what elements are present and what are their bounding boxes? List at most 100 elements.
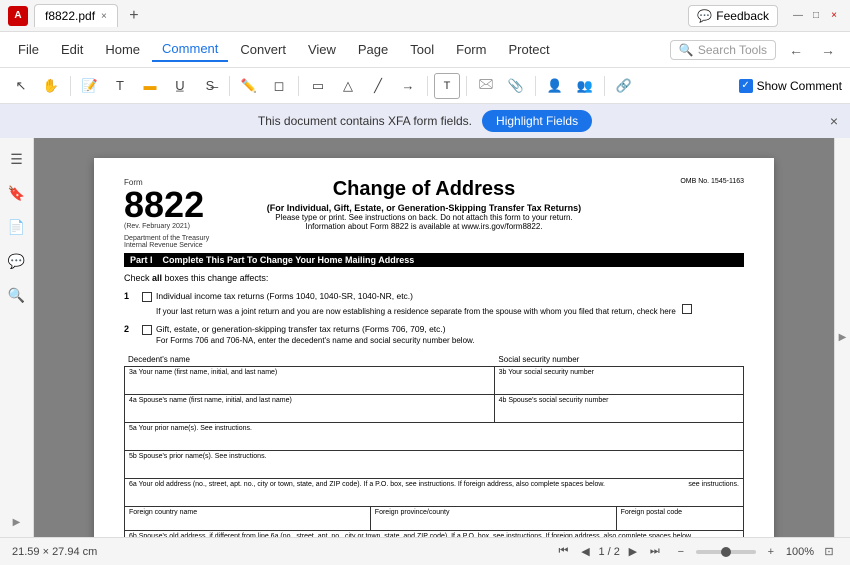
nav-icons: ← → [782, 36, 842, 64]
row-2-text: Gift, estate, or generation-skipping tra… [156, 324, 475, 345]
fit-page-button[interactable]: ⊡ [820, 543, 838, 561]
new-tab-button[interactable]: + [124, 6, 144, 26]
panel-layers-icon[interactable]: ☰ [4, 146, 30, 172]
form-title-area: Change of Address (For Individual, Gift,… [214, 178, 634, 231]
select-tool-btn[interactable]: ↖ [8, 73, 34, 99]
zoom-out-button[interactable]: − [672, 543, 690, 561]
next-page-button[interactable]: ▶ [624, 543, 642, 561]
nav-forward-icon[interactable]: → [814, 36, 842, 64]
titlebar: A f8822.pdf × + 💬 Feedback — □ × [0, 0, 850, 32]
panel-comment-icon[interactable]: 💬 [4, 248, 30, 274]
feedback-button[interactable]: 💬 Feedback [688, 5, 778, 27]
stamp-btn[interactable]: 🖂 [473, 73, 499, 99]
link-btn[interactable]: 🔗 [611, 73, 637, 99]
panel-expand-button[interactable]: ▶ [10, 515, 24, 529]
highlight-btn[interactable]: ▬ [137, 73, 163, 99]
show-comment-checkbox[interactable]: ✓ [739, 79, 753, 93]
field-5b[interactable]: 5b Spouse's prior name(s). See instructi… [124, 450, 744, 479]
eraser-btn[interactable]: ◻ [266, 73, 292, 99]
close-button[interactable]: × [826, 8, 842, 24]
tab-file[interactable]: f8822.pdf × [34, 4, 118, 27]
row1-checkbox[interactable] [142, 292, 152, 302]
field-fpc-label: Foreign postal code [621, 509, 739, 516]
field-3a[interactable]: 3a Your name (first name, initial, and l… [125, 367, 495, 394]
prev-page-button[interactable]: ◀ [576, 543, 594, 561]
window-controls: — □ × [790, 8, 842, 24]
omb-area: OMB No. 1545-1163 [644, 178, 744, 231]
menu-home[interactable]: Home [95, 38, 150, 61]
panel-bookmark-icon[interactable]: 🔖 [4, 180, 30, 206]
right-panel-expand-icon: ▶ [839, 332, 847, 343]
field-4a[interactable]: 4a Spouse's name (first name, initial, a… [125, 395, 495, 422]
row-2-sub: For Forms 706 and 706-NA, enter the dece… [156, 336, 475, 345]
text-comment-btn[interactable]: T [107, 73, 133, 99]
menu-form[interactable]: Form [446, 38, 496, 61]
minimize-button[interactable]: — [790, 8, 806, 24]
right-panel[interactable]: ▶ [834, 138, 850, 537]
social-security-header: Social security number [494, 353, 744, 366]
group-btn[interactable]: 👥 [572, 73, 598, 99]
form-number-area: Form 8822 (Rev. February 2021) [124, 178, 204, 231]
notification-message: This document contains XFA form fields. [258, 114, 472, 128]
row-1-text: Individual income tax returns (Forms 104… [156, 291, 696, 316]
part-label: Part I [130, 255, 153, 265]
menu-comment[interactable]: Comment [152, 37, 228, 62]
line-btn[interactable]: ╱ [365, 73, 391, 99]
notification-close-button[interactable]: × [830, 113, 838, 129]
menu-convert[interactable]: Convert [230, 38, 296, 61]
search-tools-area[interactable]: 🔍 Search Tools [670, 40, 776, 60]
decedent-header: Decedent's name Social security number [124, 353, 744, 366]
hand-tool-btn[interactable]: ✋ [38, 73, 64, 99]
zoom-slider[interactable] [696, 550, 756, 554]
menu-page[interactable]: Page [348, 38, 398, 61]
restore-button[interactable]: □ [808, 8, 824, 24]
field-5a-value [129, 432, 739, 448]
field-foreign-province[interactable]: Foreign province/county [371, 507, 617, 530]
sticky-note-btn[interactable]: 📝 [77, 73, 103, 99]
shape-btn[interactable]: △ [335, 73, 361, 99]
panel-pages-icon[interactable]: 📄 [4, 214, 30, 240]
first-page-button[interactable]: ⏮ [554, 543, 572, 561]
field-foreign-country[interactable]: Foreign country name [125, 507, 371, 530]
rect-btn[interactable]: ▭ [305, 73, 331, 99]
form-row-1: 1 Individual income tax returns (Forms 1… [124, 291, 744, 316]
zoom-level: 100% [786, 546, 814, 558]
search-placeholder: Search Tools [698, 43, 767, 57]
menu-edit[interactable]: Edit [51, 38, 93, 61]
field-3b[interactable]: 3b Your social security number [495, 367, 743, 394]
last-page-button[interactable]: ⏭ [646, 543, 664, 561]
text-box-btn[interactable]: T [434, 73, 460, 99]
field-4b[interactable]: 4b Spouse's social security number [495, 395, 743, 422]
underline-btn[interactable]: U̲ [167, 73, 193, 99]
show-comment-label: Show Comment [757, 79, 842, 93]
field-5a[interactable]: 5a Your prior name(s). See instructions. [124, 422, 744, 451]
nav-back-icon[interactable]: ← [782, 36, 810, 64]
strikethrough-btn[interactable]: S̶ [197, 73, 223, 99]
field-6b[interactable]: 6b Spouse's old address, if different fr… [124, 530, 744, 537]
tab-close-button[interactable]: × [101, 11, 107, 22]
panel-search-icon[interactable]: 🔍 [4, 282, 30, 308]
field-foreign-postal[interactable]: Foreign postal code [617, 507, 743, 530]
draw-btn[interactable]: ✏️ [236, 73, 262, 99]
menu-protect[interactable]: Protect [498, 38, 559, 61]
menu-view[interactable]: View [298, 38, 346, 61]
field-4b-value [499, 404, 739, 420]
form-row-2: 2 Gift, estate, or generation-skipping t… [124, 324, 744, 345]
row1-sub-checkbox[interactable] [682, 304, 692, 314]
field-6a[interactable]: 6a Your old address (no., street, apt. n… [124, 478, 744, 507]
row-1-sub: If your last return was a joint return a… [156, 303, 696, 316]
row-1-num: 1 [124, 291, 136, 301]
pdf-area[interactable]: Form 8822 (Rev. February 2021) Change of… [34, 138, 834, 537]
attach-btn[interactable]: 📎 [503, 73, 529, 99]
user-btn[interactable]: 👤 [542, 73, 568, 99]
menu-file[interactable]: File [8, 38, 49, 61]
highlight-fields-button[interactable]: Highlight Fields [482, 110, 592, 132]
form-note2: Information about Form 8822 is available… [214, 222, 634, 231]
part-header: Part I Complete This Part To Change Your… [124, 253, 744, 267]
arrow-btn[interactable]: → [395, 73, 421, 99]
zoom-thumb [721, 547, 731, 557]
menu-tool[interactable]: Tool [400, 38, 444, 61]
field-fpc-value [621, 516, 739, 528]
zoom-in-button[interactable]: + [762, 543, 780, 561]
row2-checkbox[interactable] [142, 325, 152, 335]
